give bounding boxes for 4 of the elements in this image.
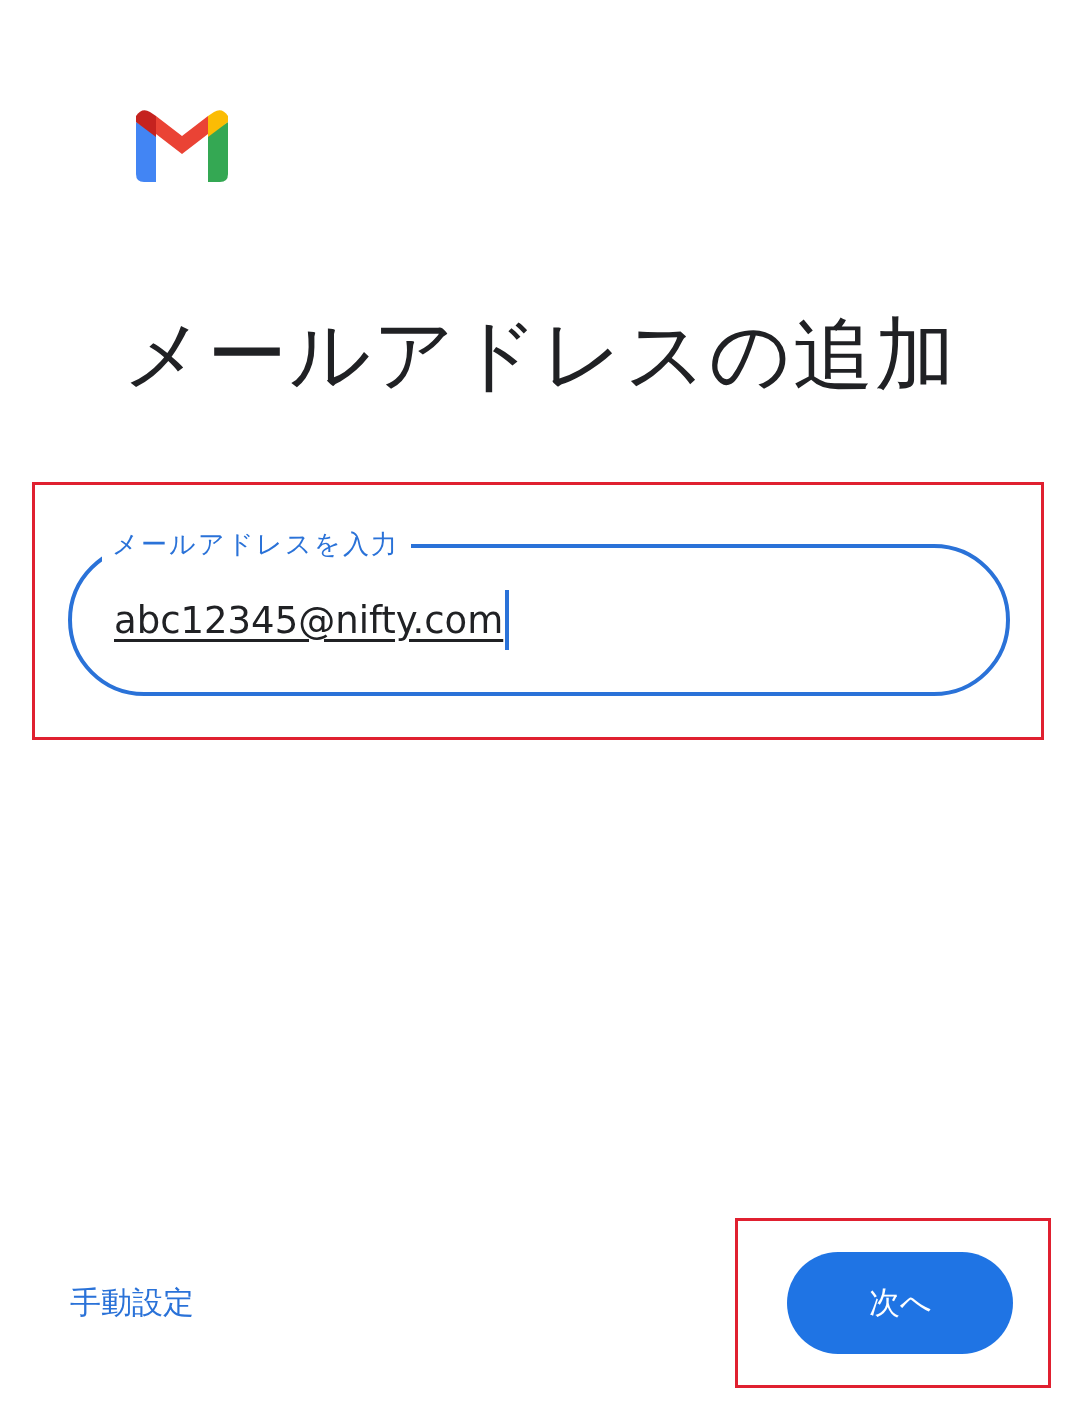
mail-logo-icon	[136, 110, 228, 182]
next-button[interactable]: 次へ	[787, 1252, 1013, 1354]
page-title: メールアドレスの追加	[122, 310, 958, 400]
manual-setup-link[interactable]: 手動設定	[70, 1282, 194, 1324]
